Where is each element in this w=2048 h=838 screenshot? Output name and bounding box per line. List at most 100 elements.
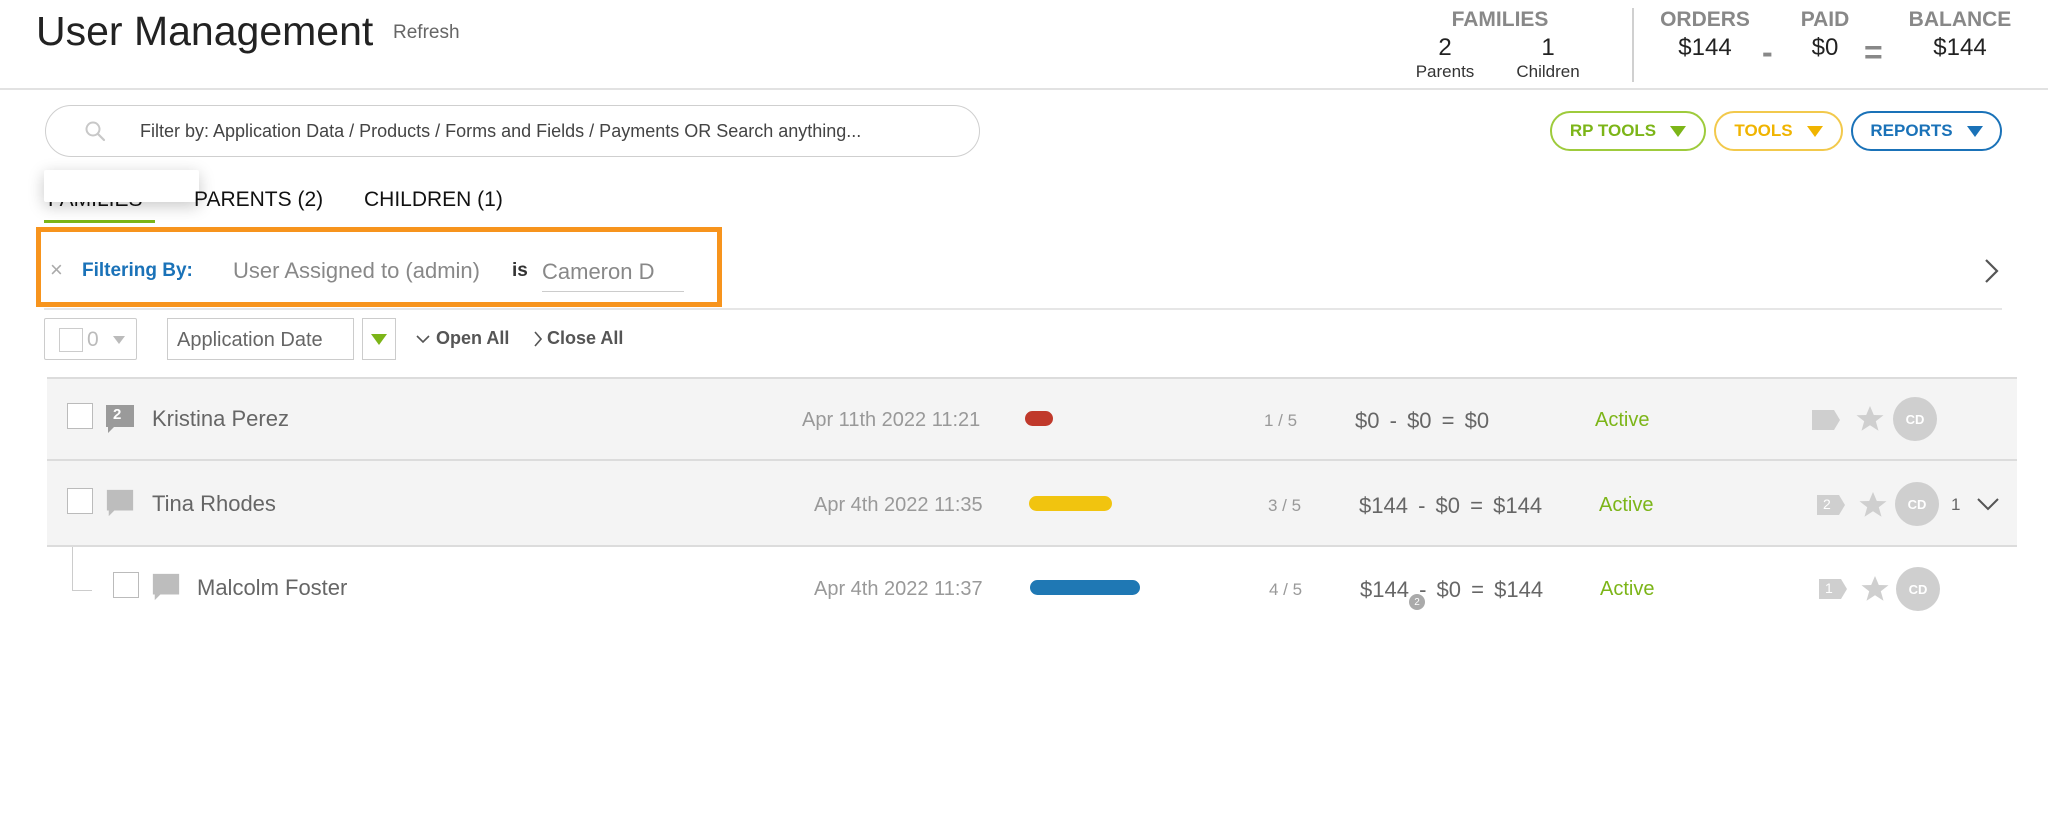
- page-title: User Management: [36, 8, 374, 54]
- orders-count-badge: 2: [1409, 594, 1425, 610]
- tooltip-popup: [44, 170, 199, 202]
- row-name[interactable]: Tina Rhodes: [152, 491, 276, 517]
- row-balance-equation: $0 - $0 = $0: [1355, 408, 1489, 434]
- search-input[interactable]: [140, 114, 960, 148]
- progress-bar: [1029, 496, 1112, 511]
- row-balance-equation: $144 - $0 = $144: [1359, 493, 1542, 519]
- chat-icon[interactable]: 2: [104, 403, 136, 435]
- sort-field-select[interactable]: Application Date: [167, 318, 354, 360]
- chevron-down-icon: [416, 334, 430, 343]
- reports-button[interactable]: REPORTS: [1851, 111, 2002, 151]
- rp-tools-button[interactable]: RP TOOLS: [1550, 111, 1706, 151]
- minus-sign: -: [1389, 408, 1397, 433]
- row-checkbox[interactable]: [67, 403, 93, 429]
- row-balance: $0: [1464, 408, 1490, 433]
- row-name[interactable]: Kristina Perez: [152, 406, 289, 432]
- tag-icon[interactable]: 1: [1817, 577, 1849, 601]
- parents-label: Parents: [1415, 62, 1475, 81]
- chevron-down-icon[interactable]: [113, 336, 125, 344]
- avatar[interactable]: CD: [1893, 397, 1937, 441]
- open-all-button[interactable]: Open All: [416, 328, 509, 349]
- star-icon[interactable]: [1860, 574, 1890, 604]
- tag-icon[interactable]: 2: [1815, 493, 1847, 517]
- tag-count-badge: 2: [1823, 496, 1831, 512]
- chevron-right-icon[interactable]: [1980, 256, 2002, 286]
- row-paid: $0: [1435, 493, 1461, 518]
- row-date: Apr 4th 2022 11:37: [814, 578, 983, 600]
- close-icon[interactable]: ×: [50, 257, 63, 283]
- chevron-down-icon: [1670, 125, 1687, 137]
- status-badge: Active: [1600, 578, 1655, 600]
- tools-button[interactable]: TOOLS: [1714, 111, 1843, 151]
- children-label: Children: [1516, 62, 1580, 81]
- row-orders: $144: [1360, 577, 1409, 602]
- star-icon[interactable]: [1858, 490, 1888, 520]
- row-date: Apr 11th 2022 11:21: [802, 409, 981, 431]
- children-count: 1: [1951, 495, 1961, 514]
- chevron-down-icon: [1966, 125, 1983, 137]
- tab-parents[interactable]: PARENTS (2): [194, 188, 323, 212]
- progress-ratio: 4 / 5: [1269, 580, 1303, 599]
- row-date: Apr 4th 2022 11:35: [814, 494, 983, 516]
- tools-label: TOOLS: [1734, 121, 1793, 140]
- minus-sign: -: [1418, 493, 1426, 518]
- orders-stat-value: $144: [1678, 34, 1732, 61]
- chat-icon[interactable]: [104, 488, 136, 518]
- parents-count: 2: [1438, 34, 1452, 61]
- open-all-label: Open All: [436, 328, 510, 348]
- chevron-right-icon: [534, 330, 542, 347]
- sort-field-label: Application Date: [177, 329, 323, 351]
- header-divider: [1632, 8, 1634, 82]
- selected-count: 0: [87, 328, 99, 351]
- row-orders: $144: [1359, 493, 1408, 518]
- avatar[interactable]: CD: [1896, 567, 1940, 611]
- paid-stat-value: $0: [1811, 34, 1839, 61]
- equals-sign: =: [1470, 493, 1483, 518]
- balance-stat-value: $144: [1933, 34, 1987, 61]
- tab-active-underline: [44, 220, 155, 223]
- refresh-link[interactable]: Refresh: [393, 22, 460, 44]
- chat-icon[interactable]: [150, 572, 182, 602]
- close-all-label: Close All: [547, 328, 624, 348]
- sort-down-icon: [371, 334, 387, 345]
- tree-connector: [72, 547, 92, 591]
- filter-divider: [44, 308, 2002, 310]
- row-balance: $144: [1493, 493, 1543, 518]
- chat-count-badge: 2: [113, 406, 122, 423]
- row-paid: $0: [1436, 577, 1462, 602]
- filter-label: Filtering By:: [82, 260, 193, 281]
- tag-count-badge: 1: [1825, 580, 1833, 596]
- search-icon: [85, 121, 106, 142]
- families-stat-label: FAMILIES: [1451, 8, 1549, 31]
- equals-sign: =: [1441, 408, 1455, 433]
- status-badge: Active: [1599, 494, 1654, 516]
- filter-field[interactable]: User Assigned to (admin): [233, 258, 480, 284]
- tag-icon[interactable]: [1810, 408, 1842, 432]
- progress-bar: [1030, 580, 1140, 595]
- reports-label: REPORTS: [1870, 121, 1953, 140]
- row-checkbox[interactable]: [67, 488, 93, 514]
- row-checkbox[interactable]: [113, 572, 139, 598]
- filter-value-input[interactable]: [542, 252, 684, 292]
- balance-stat-label: BALANCE: [1908, 8, 2012, 31]
- row-balance-equation: $144 - $0 = $144: [1360, 577, 1543, 603]
- tab-children[interactable]: CHILDREN (1): [364, 188, 503, 212]
- chevron-down-icon: [1806, 125, 1823, 137]
- filter-operator: is: [512, 260, 528, 281]
- close-all-button[interactable]: Close All: [533, 328, 623, 349]
- equals-sign: =: [1471, 577, 1484, 602]
- row-orders: $0: [1355, 408, 1380, 433]
- select-all-checkbox[interactable]: [59, 328, 83, 352]
- avatar[interactable]: CD: [1895, 482, 1939, 526]
- row-name[interactable]: Malcolm Foster: [197, 575, 347, 601]
- progress-ratio: 1 / 5: [1264, 411, 1298, 430]
- progress-ratio: 3 / 5: [1268, 496, 1302, 515]
- orders-stat-label: ORDERS: [1660, 8, 1750, 31]
- equals-sign: =: [1864, 34, 1883, 70]
- minus-sign: -: [1762, 34, 1773, 70]
- rp-tools-label: RP TOOLS: [1569, 121, 1657, 140]
- children-count: 1: [1541, 34, 1555, 61]
- row-paid: $0: [1407, 408, 1432, 433]
- star-icon[interactable]: [1855, 404, 1885, 434]
- chevron-down-icon[interactable]: [1976, 496, 2000, 512]
